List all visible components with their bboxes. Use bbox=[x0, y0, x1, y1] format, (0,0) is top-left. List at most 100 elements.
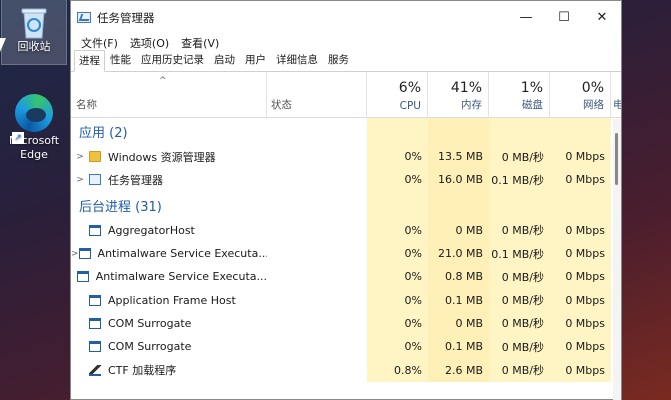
table-row[interactable]: Application Frame Host 0% 0.1 MB 0 MB/秒 … bbox=[71, 288, 621, 312]
process-name: AggregatorHost bbox=[108, 223, 195, 237]
cpu-value: 0% bbox=[404, 340, 422, 354]
cpu-total-percent: 6% bbox=[398, 80, 421, 96]
column-label-power: 电 bbox=[613, 99, 621, 111]
memory-value: 0 MB bbox=[455, 223, 483, 237]
disk-value: 0 MB/秒 bbox=[501, 224, 544, 238]
table-row[interactable]: Antimalware Service Executa... 0% 0.8 MB… bbox=[71, 265, 621, 289]
group-title: 后台进程 (31) bbox=[79, 199, 162, 215]
process-name: Windows 资源管理器 bbox=[108, 150, 216, 164]
table-row[interactable]: > Windows 资源管理器 0% 13.5 MB 0 MB/秒 0 Mbps bbox=[71, 145, 621, 169]
disk-value: 0 MB/秒 bbox=[501, 294, 544, 308]
process-name: Application Frame Host bbox=[108, 293, 236, 307]
network-value: 0 Mbps bbox=[565, 363, 605, 377]
disk-value: 0 MB/秒 bbox=[501, 317, 544, 331]
table-row[interactable]: COM Surrogate 0% 0.1 MB 0 MB/秒 0 Mbps bbox=[71, 335, 621, 359]
column-label-memory: 内存 bbox=[461, 99, 482, 111]
tab-startup[interactable]: 启动 bbox=[209, 49, 240, 71]
memory-value: 0.1 MB bbox=[444, 340, 483, 354]
tab-performance[interactable]: 性能 bbox=[105, 49, 136, 71]
table-row[interactable]: > 任务管理器 0% 16.0 MB 0.1 MB/秒 0 Mbps bbox=[71, 168, 621, 192]
window-icon bbox=[89, 224, 101, 236]
title-bar[interactable]: 任务管理器 — ☐ ✕ bbox=[71, 1, 621, 34]
shortcut-arrow-icon: ↗ bbox=[12, 132, 24, 144]
process-name: COM Surrogate bbox=[108, 316, 192, 330]
window-icon bbox=[89, 341, 101, 353]
column-label-disk: 磁盘 bbox=[522, 99, 543, 111]
edge-shortcut[interactable]: ↗ Microsoft Edge bbox=[2, 92, 66, 168]
recycle-bin-icon[interactable]: 回收站 bbox=[1, 0, 67, 65]
group-title: 应用 (2) bbox=[79, 126, 128, 141]
tab-details[interactable]: 详细信息 bbox=[271, 49, 323, 71]
network-value: 0 Mbps bbox=[565, 223, 605, 237]
memory-value: 16.0 MB bbox=[437, 173, 483, 187]
network-value: 0 Mbps bbox=[565, 150, 605, 164]
chevron-right-icon[interactable]: > bbox=[71, 249, 79, 259]
disk-total-percent: 1% bbox=[520, 80, 543, 96]
network-value: 0 Mbps bbox=[565, 247, 605, 261]
column-label-network: 网络 bbox=[583, 99, 604, 111]
window-icon bbox=[89, 317, 101, 329]
chevron-right-icon[interactable]: > bbox=[71, 175, 89, 185]
disk-value: 0 MB/秒 bbox=[501, 340, 544, 354]
disk-value: 0.1 MB/秒 bbox=[491, 247, 544, 261]
table-row[interactable]: COM Surrogate 0% 0 MB 0 MB/秒 0 Mbps bbox=[71, 311, 621, 336]
table-row[interactable]: > Antimalware Service Executa... 0% 21.0… bbox=[71, 241, 621, 266]
minimize-button[interactable]: — bbox=[507, 1, 545, 34]
column-header-cpu[interactable]: 6% CPU bbox=[367, 72, 428, 118]
disk-value: 0.1 MB/秒 bbox=[491, 173, 544, 187]
process-list: 应用 (2) > Windows 资源管理器 0% 13.5 MB 0 MB/秒… bbox=[71, 118, 621, 382]
disk-value: 0 MB/秒 bbox=[501, 150, 544, 164]
table-row[interactable]: CTF 加载程序 0.8% 2.6 MB 0 MB/秒 0 Mbps bbox=[71, 358, 621, 382]
edge-label-line2: Edge bbox=[20, 148, 48, 161]
table-row[interactable]: AggregatorHost 0% 0 MB 0 MB/秒 0 Mbps bbox=[71, 218, 621, 242]
process-name: Antimalware Service Executa... bbox=[95, 270, 267, 284]
process-name: COM Surrogate bbox=[108, 340, 192, 354]
memory-value: 0 MB bbox=[455, 316, 483, 330]
vertical-scrollbar[interactable] bbox=[613, 119, 621, 400]
tab-app-history[interactable]: 应用历史记录 bbox=[136, 49, 209, 71]
network-value: 0 Mbps bbox=[565, 340, 605, 354]
task-manager-icon bbox=[77, 12, 91, 23]
folder-icon bbox=[89, 151, 101, 163]
window-icon bbox=[76, 271, 89, 283]
close-button[interactable]: ✕ bbox=[583, 1, 621, 34]
column-header-memory[interactable]: 41% 内存 bbox=[428, 72, 489, 118]
cpu-value: 0% bbox=[404, 293, 422, 307]
cpu-value: 0.8% bbox=[394, 363, 422, 377]
tab-processes[interactable]: 进程 bbox=[74, 50, 105, 72]
task-manager-window: 任务管理器 — ☐ ✕ 文件(F) 选项(O) 查看(V) 进程 性能 应用历史… bbox=[70, 0, 622, 400]
process-name: 任务管理器 bbox=[108, 173, 163, 187]
scrollbar-thumb[interactable] bbox=[615, 133, 618, 185]
column-label-name: 名称 bbox=[76, 99, 97, 111]
trash-icon bbox=[21, 8, 47, 39]
memory-value: 0.1 MB bbox=[444, 293, 483, 307]
column-header-disk[interactable]: 1% 磁盘 bbox=[489, 72, 550, 118]
process-table: ^ 名称 状态 6% CPU 41% 内存 1% 磁盘 0% 网络 电 应用 (… bbox=[71, 72, 621, 382]
chevron-right-icon[interactable]: > bbox=[71, 152, 89, 162]
maximize-button[interactable]: ☐ bbox=[545, 1, 583, 34]
cpu-value: 0% bbox=[404, 150, 422, 164]
column-header-name[interactable]: ^ 名称 bbox=[71, 72, 267, 118]
network-value: 0 Mbps bbox=[565, 270, 605, 284]
column-header-network[interactable]: 0% 网络 bbox=[550, 72, 611, 118]
tab-users[interactable]: 用户 bbox=[240, 49, 271, 71]
window-icon bbox=[78, 248, 91, 260]
disk-value: 0 MB/秒 bbox=[501, 270, 544, 284]
process-name: CTF 加载程序 bbox=[108, 364, 177, 378]
recycle-bin-label: 回收站 bbox=[17, 40, 51, 53]
memory-value: 0.8 MB bbox=[444, 270, 483, 284]
edge-logo-icon bbox=[15, 94, 53, 132]
memory-value: 2.6 MB bbox=[444, 363, 483, 377]
column-header-power[interactable]: 电 bbox=[611, 72, 621, 118]
cpu-value: 0% bbox=[404, 223, 422, 237]
group-background[interactable]: 后台进程 (31) bbox=[71, 191, 621, 219]
tab-services[interactable]: 服务 bbox=[323, 49, 354, 71]
table-header: ^ 名称 状态 6% CPU 41% 内存 1% 磁盘 0% 网络 电 bbox=[71, 72, 621, 118]
disk-value: 0 MB/秒 bbox=[501, 364, 544, 378]
column-label-status: 状态 bbox=[271, 99, 292, 111]
column-header-status[interactable]: 状态 bbox=[267, 72, 367, 118]
pen-icon bbox=[89, 364, 101, 376]
mouse-cursor-icon bbox=[0, 38, 6, 52]
group-apps[interactable]: 应用 (2) bbox=[71, 118, 621, 145]
network-value: 0 Mbps bbox=[565, 316, 605, 330]
